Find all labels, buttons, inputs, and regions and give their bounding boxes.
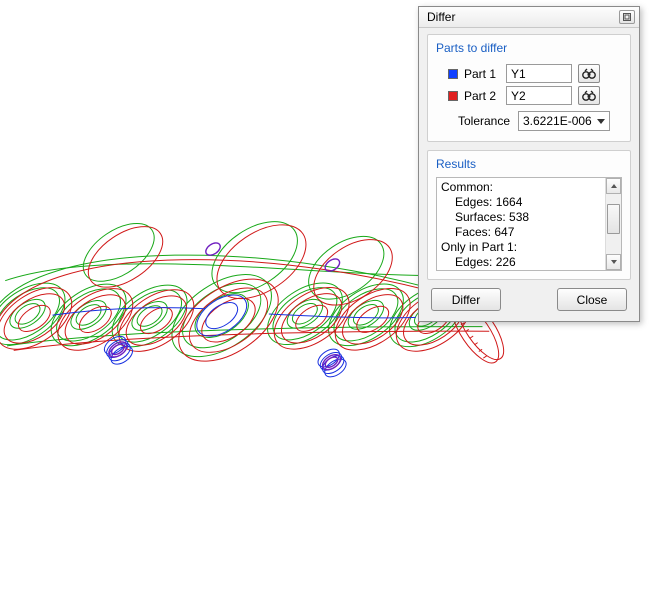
results-group-title: Results — [436, 155, 622, 177]
parts-group: Parts to differ Part 1 Part 2 — [427, 34, 631, 142]
part2-label: Part 2 — [464, 89, 500, 103]
chevron-up-icon — [610, 182, 618, 190]
part1-input[interactable] — [506, 64, 572, 83]
dialog-title: Differ — [427, 10, 455, 24]
part1-pick-button[interactable] — [578, 64, 600, 83]
tolerance-dropdown[interactable]: 3.6221E-006 — [518, 111, 610, 131]
binoculars-icon — [582, 90, 596, 102]
part1-color-swatch — [448, 69, 458, 79]
differ-dialog: Differ Parts to differ Part 1 — [418, 6, 640, 322]
close-icon[interactable] — [619, 10, 635, 24]
part1-row: Part 1 — [448, 64, 622, 83]
tolerance-row: Tolerance 3.6221E-006 — [458, 111, 622, 131]
tolerance-value: 3.6221E-006 — [523, 114, 592, 128]
results-only-part1-header: Only in Part 1: — [441, 240, 605, 255]
scroll-up-button[interactable] — [606, 178, 621, 194]
scroll-track[interactable] — [606, 194, 621, 254]
binoculars-icon — [582, 68, 596, 80]
part2-color-swatch — [448, 91, 458, 101]
part2-row: Part 2 — [448, 86, 622, 105]
dialog-titlebar[interactable]: Differ — [419, 7, 639, 28]
results-scrollbar[interactable] — [605, 178, 621, 270]
tolerance-label: Tolerance — [458, 114, 512, 128]
results-line: Surfaces: 538 — [441, 210, 605, 225]
dialog-button-row: Differ Close — [427, 288, 631, 311]
results-group: Results Common: Edges: 1664 Surfaces: 53… — [427, 150, 631, 280]
results-common-header: Common: — [441, 180, 605, 195]
chevron-down-icon — [597, 119, 605, 124]
results-line: Edges: 1664 — [441, 195, 605, 210]
results-listbox[interactable]: Common: Edges: 1664 Surfaces: 538 Faces:… — [436, 177, 622, 271]
part2-pick-button[interactable] — [578, 86, 600, 105]
scroll-down-button[interactable] — [606, 254, 621, 270]
close-button[interactable]: Close — [557, 288, 627, 311]
part2-input[interactable] — [506, 86, 572, 105]
results-line: Faces: 647 — [441, 225, 605, 240]
scroll-thumb[interactable] — [607, 204, 620, 234]
results-line: Edges: 226 — [441, 255, 605, 270]
results-content: Common: Edges: 1664 Surfaces: 538 Faces:… — [437, 178, 605, 270]
part1-label: Part 1 — [464, 67, 500, 81]
differ-button[interactable]: Differ — [431, 288, 501, 311]
chevron-down-icon — [610, 258, 618, 266]
parts-group-title: Parts to differ — [436, 39, 622, 61]
